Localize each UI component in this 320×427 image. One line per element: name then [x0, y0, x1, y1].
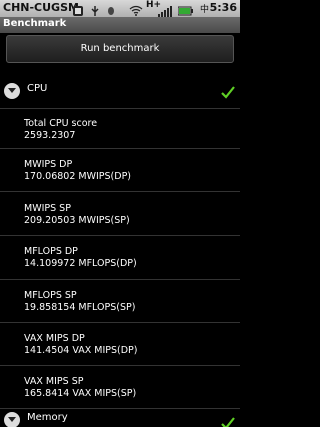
wifi-icon	[129, 2, 143, 16]
divider	[0, 235, 240, 236]
page-title: Benchmark	[3, 18, 67, 29]
metric-value: 170.06802 MWIPS(DP)	[24, 171, 132, 182]
memory-section-label: Memory	[27, 412, 68, 423]
bug-icon	[105, 2, 117, 15]
metric-name: MFLOPS DP	[24, 246, 78, 257]
metric-value: 165.8414 VAX MIPS(SP)	[24, 388, 137, 399]
carrier-label: CHN-CUGSM	[3, 1, 79, 14]
cpu-section-header[interactable]: CPU	[0, 80, 240, 102]
clock: 5:36	[209, 1, 237, 14]
signal-icon	[158, 2, 172, 17]
divider	[0, 108, 240, 109]
divider	[0, 191, 240, 192]
chevron-down-icon	[4, 83, 20, 99]
notification-icon	[72, 2, 84, 16]
metric-value: 141.4504 VAX MIPS(DP)	[24, 345, 138, 356]
metric-value: 19.858154 MFLOPS(SP)	[24, 302, 136, 313]
metric-name: MWIPS DP	[24, 159, 73, 170]
input-method-label: 中	[200, 5, 210, 15]
cpu-section-label: CPU	[27, 83, 48, 94]
app-title-bar: Benchmark	[0, 17, 240, 33]
divider	[0, 322, 240, 323]
divider	[0, 408, 240, 409]
run-benchmark-button[interactable]: Run benchmark	[6, 35, 234, 63]
metric-value: 2593.2307	[24, 130, 76, 141]
metric-name: VAX MIPS SP	[24, 376, 84, 387]
run-benchmark-label: Run benchmark	[80, 43, 160, 54]
memory-section-header[interactable]: Memory	[0, 410, 240, 427]
metric-value: 14.109972 MFLOPS(DP)	[24, 258, 137, 269]
usb-icon	[89, 2, 101, 16]
check-icon	[221, 84, 235, 103]
check-icon	[221, 415, 235, 427]
battery-icon	[177, 2, 193, 16]
chevron-down-icon	[4, 412, 20, 427]
divider	[0, 365, 240, 366]
metric-value: 209.20503 MWIPS(SP)	[24, 215, 130, 226]
divider	[0, 279, 240, 280]
metric-name: VAX MIPS DP	[24, 333, 85, 344]
divider	[0, 148, 240, 149]
metric-name: Total CPU score	[24, 118, 98, 129]
status-bar: CHN-CUGSM H+ 中 5:36	[0, 0, 240, 17]
metric-name: MFLOPS SP	[24, 290, 77, 301]
metric-name: MWIPS SP	[24, 203, 71, 214]
